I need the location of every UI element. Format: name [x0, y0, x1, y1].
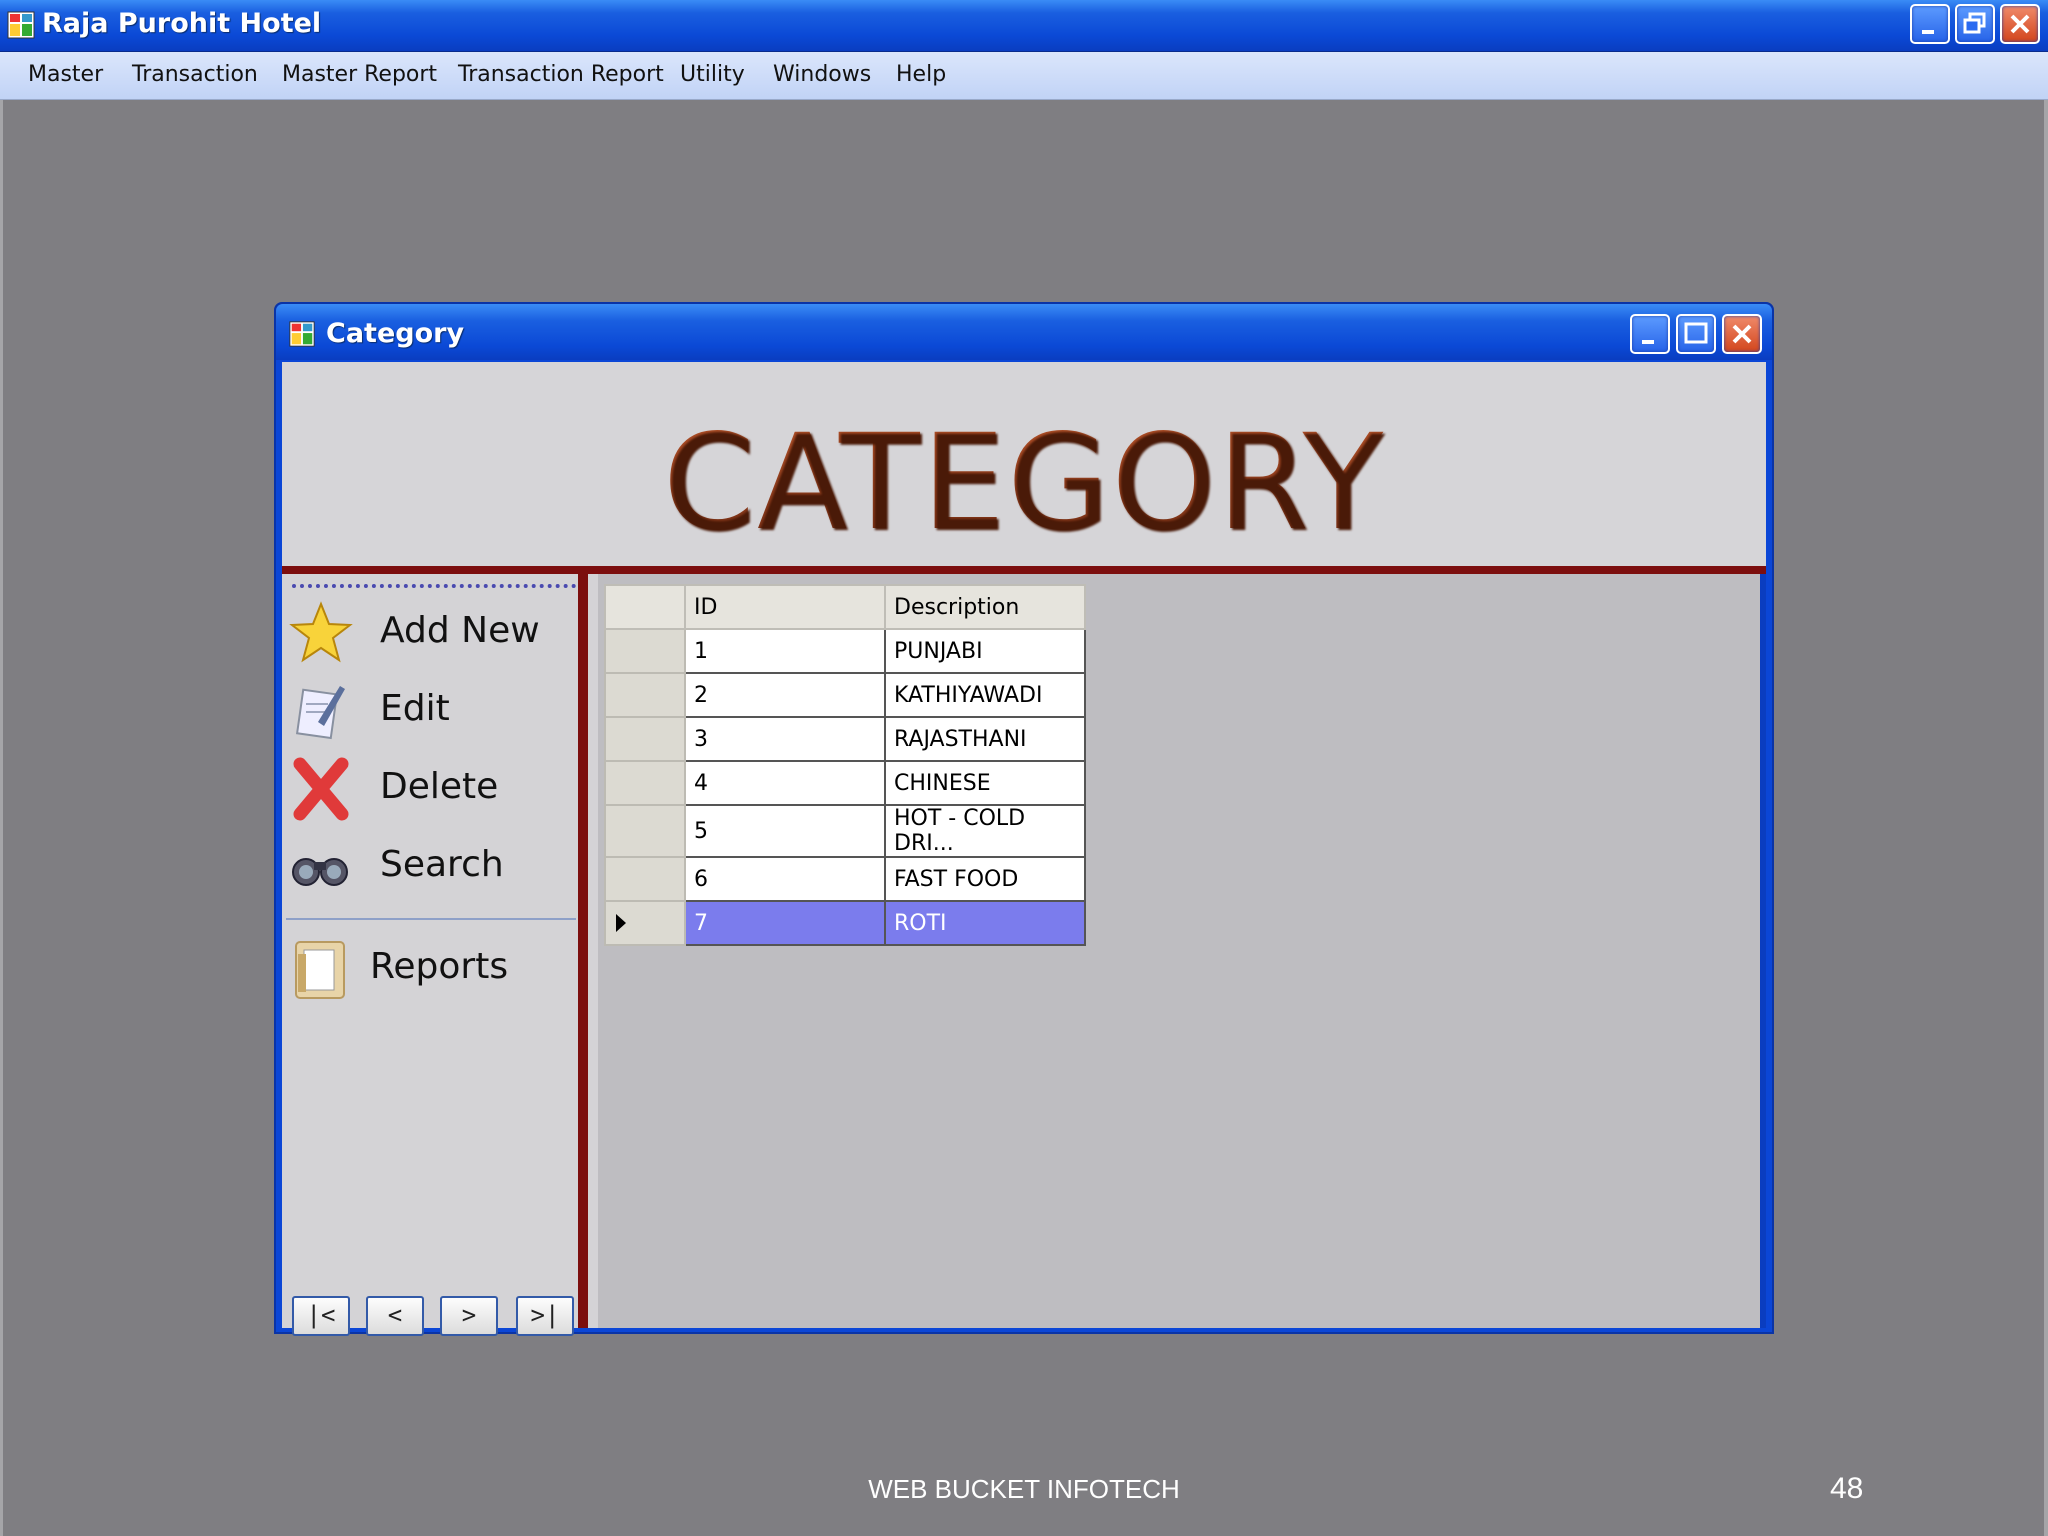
grid-header-row: ID Description [604, 584, 1086, 630]
category-window-title: Category [326, 318, 465, 349]
child-close-button[interactable] [1722, 314, 1762, 354]
minimize-icon [1922, 30, 1934, 34]
edit-button[interactable]: Edit [288, 674, 578, 748]
table-row[interactable]: 7 ROTI [604, 900, 1086, 946]
cell-id[interactable]: 6 [684, 856, 886, 902]
menu-help[interactable]: Help [896, 62, 946, 87]
menu-utility[interactable]: Utility [680, 62, 745, 87]
row-header[interactable] [604, 900, 686, 946]
page-number: 48 [1830, 1472, 1864, 1505]
banner-title: CATEGORY [282, 406, 1766, 560]
menu-transaction-report[interactable]: Transaction Report [458, 62, 664, 87]
table-row[interactable]: 1 PUNJABI [604, 628, 1086, 674]
search-label: Search [380, 844, 504, 885]
search-button[interactable]: Search [288, 830, 578, 904]
table-row[interactable]: 4 CHINESE [604, 760, 1086, 806]
table-row[interactable]: 2 KATHIYAWADI [604, 672, 1086, 718]
restore-button[interactable] [1955, 4, 1995, 44]
maximize-icon [1684, 322, 1708, 344]
category-grid[interactable]: ID Description 1 PUNJABI 2 KATHIYAWADI 3 RAJA… [604, 584, 1086, 946]
panel-grip [292, 584, 576, 588]
table-row[interactable]: 3 RAJASTHANI [604, 716, 1086, 762]
row-header[interactable] [604, 856, 686, 902]
first-record-button[interactable]: |< [292, 1296, 350, 1336]
app-icon [7, 11, 35, 39]
reports-label: Reports [370, 946, 509, 987]
menu-master-report[interactable]: Master Report [282, 62, 437, 87]
reports-button[interactable]: Reports [288, 932, 578, 1006]
category-window-client: CATEGORY Add New Edit Delete Search Repo… [282, 362, 1766, 1336]
cell-description[interactable]: FAST FOOD [884, 856, 1086, 902]
edit-label: Edit [380, 688, 450, 729]
cell-description[interactable]: CHINESE [884, 760, 1086, 806]
delete-button[interactable]: Delete [288, 752, 578, 826]
row-header[interactable] [604, 628, 686, 674]
child-minimize-button[interactable] [1630, 314, 1670, 354]
cell-id[interactable]: 1 [684, 628, 886, 674]
app-title: Raja Purohit Hotel [42, 8, 322, 39]
column-header-id[interactable]: ID [684, 584, 886, 630]
cell-id[interactable]: 5 [684, 804, 886, 858]
star-icon [289, 601, 353, 663]
grid-corner[interactable] [604, 584, 686, 630]
window-icon [289, 321, 315, 347]
cell-description[interactable]: KATHIYAWADI [884, 672, 1086, 718]
next-record-button[interactable]: > [440, 1296, 498, 1336]
command-panel: Add New Edit Delete Search Reports |< < … [282, 574, 588, 1336]
cell-description[interactable]: RAJASTHANI [884, 716, 1086, 762]
table-row[interactable]: 5 HOT - COLD DRI... [604, 804, 1086, 858]
cell-id[interactable]: 2 [684, 672, 886, 718]
child-maximize-button[interactable] [1676, 314, 1716, 354]
cell-description[interactable]: HOT - COLD DRI... [884, 804, 1086, 858]
app-titlebar: Raja Purohit Hotel [0, 0, 2048, 52]
row-header[interactable] [604, 716, 686, 762]
restore-icon [1963, 12, 1986, 34]
row-header[interactable] [604, 804, 686, 858]
row-header[interactable] [604, 760, 686, 806]
minimize-button[interactable] [1910, 4, 1950, 44]
menu-windows[interactable]: Windows [773, 62, 871, 87]
panel-separator [286, 918, 576, 920]
close-button[interactable] [2000, 4, 2040, 44]
menu-master[interactable]: Master [28, 62, 103, 87]
binoculars-icon [292, 858, 348, 886]
add-new-button[interactable]: Add New [288, 596, 578, 670]
close-icon [1732, 324, 1752, 344]
category-window: Category CATEGORY Add New Edit Delete Se… [274, 302, 1774, 1336]
cell-id[interactable]: 3 [684, 716, 886, 762]
banner: CATEGORY [282, 362, 1766, 566]
cell-description[interactable]: ROTI [884, 900, 1086, 946]
banner-divider [282, 566, 1766, 574]
delete-label: Delete [380, 766, 499, 807]
menu-transaction[interactable]: Transaction [132, 62, 258, 87]
cell-id[interactable]: 7 [684, 900, 886, 946]
row-header[interactable] [604, 672, 686, 718]
previous-record-button[interactable]: < [366, 1296, 424, 1336]
delete-icon [293, 757, 349, 821]
footer-text: WEB BUCKET INFOTECH [868, 1474, 1180, 1504]
category-window-titlebar[interactable]: Category [276, 304, 1772, 360]
add-new-label: Add New [380, 610, 540, 651]
grid-area: ID Description 1 PUNJABI 2 KATHIYAWADI 3 RAJA… [598, 574, 1766, 1328]
table-row[interactable]: 6 FAST FOOD [604, 856, 1086, 902]
last-record-button[interactable]: >| [516, 1296, 574, 1336]
cell-description[interactable]: PUNJABI [884, 628, 1086, 674]
menu-bar: Master Transaction Master Report Transac… [0, 52, 2048, 100]
cell-id[interactable]: 4 [684, 760, 886, 806]
edit-icon [295, 686, 345, 740]
reports-icon [295, 941, 345, 999]
close-icon [2010, 14, 2030, 34]
column-header-description[interactable]: Description [884, 584, 1086, 630]
current-row-indicator-icon [616, 914, 626, 932]
minimize-icon [1642, 340, 1654, 344]
